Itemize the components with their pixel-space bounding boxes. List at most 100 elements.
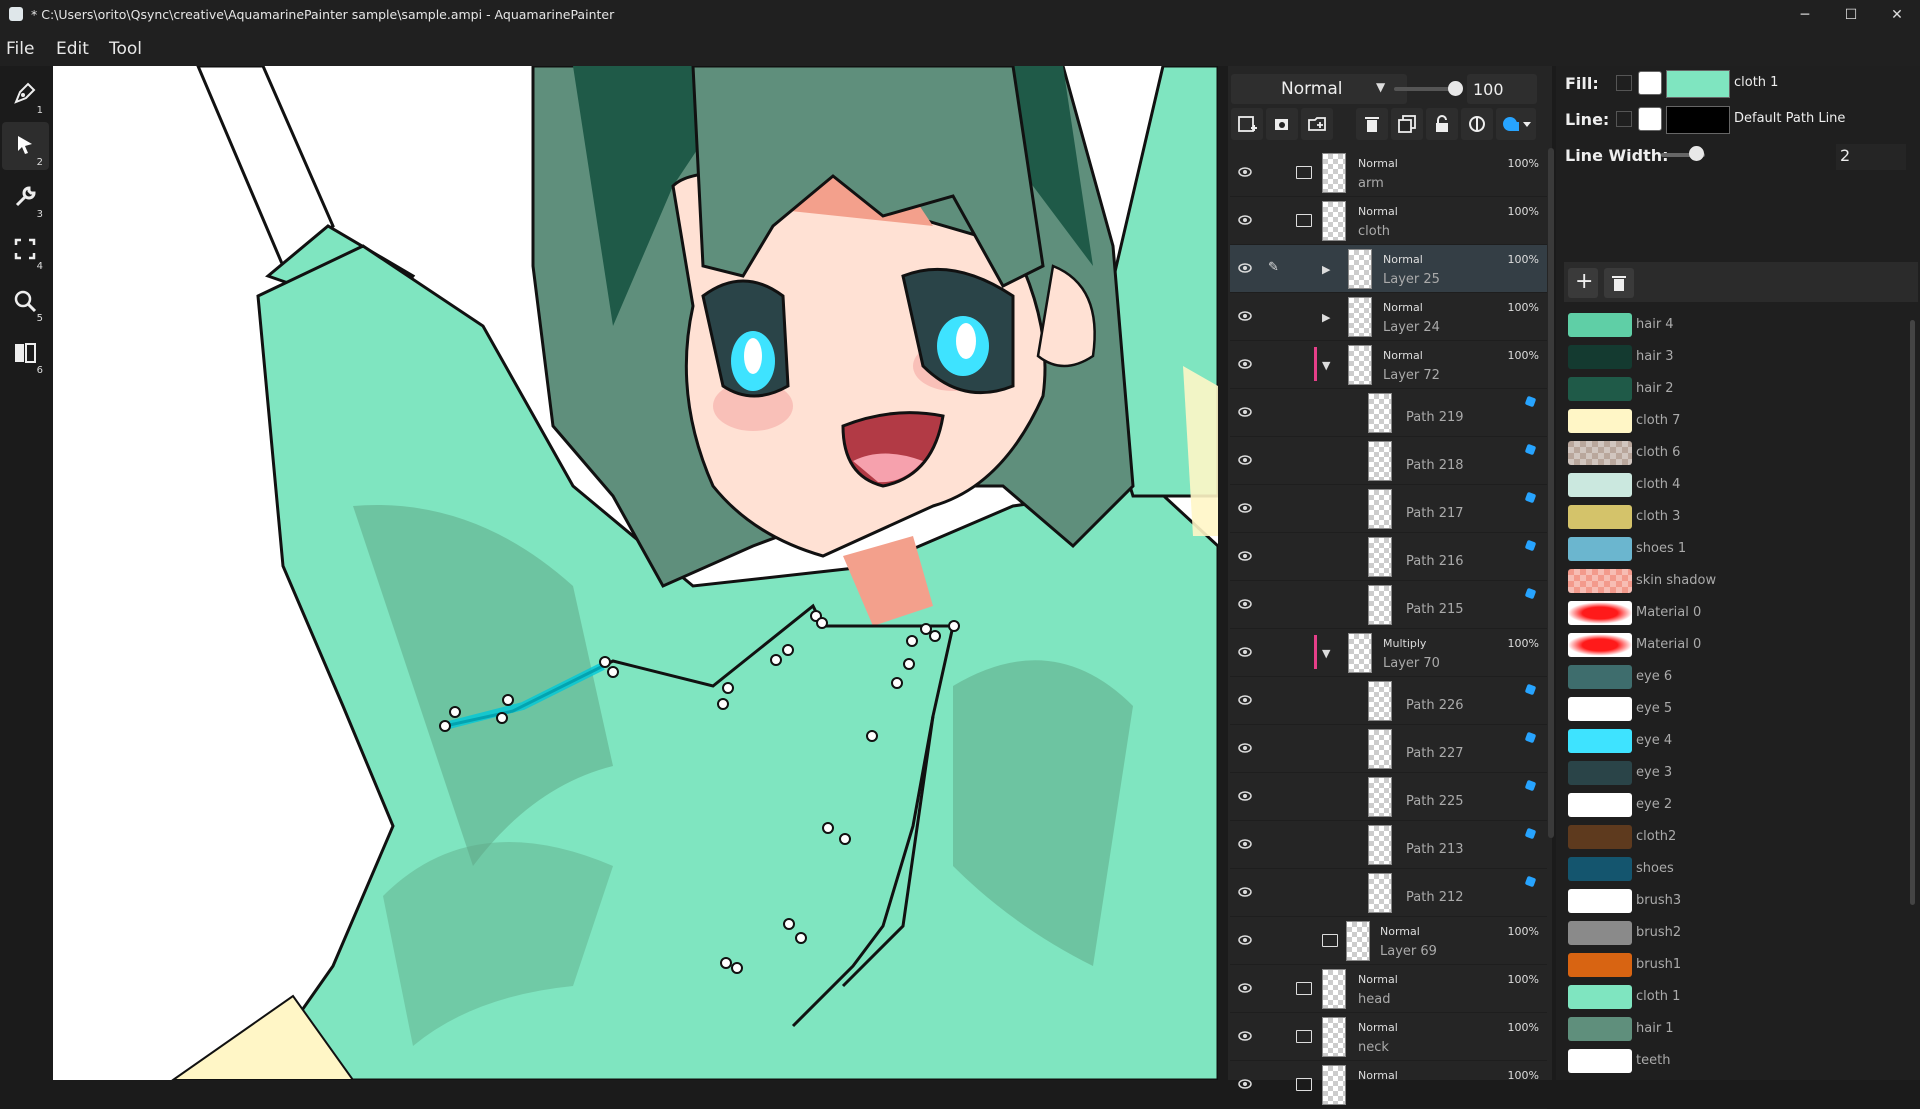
material-item[interactable]: eye 6 bbox=[1568, 662, 1898, 692]
material-item[interactable]: shoes 1 bbox=[1568, 534, 1898, 564]
layer-row[interactable]: Normal neck 100% bbox=[1230, 1013, 1547, 1061]
path-row[interactable]: Path 216 bbox=[1230, 533, 1547, 581]
minimize-button[interactable]: ─ bbox=[1782, 0, 1828, 30]
path-row[interactable]: Path 219 bbox=[1230, 389, 1547, 437]
material-list-scrollbar[interactable] bbox=[1910, 320, 1915, 905]
eye-icon[interactable] bbox=[1238, 981, 1252, 995]
path-row[interactable]: Path 218 bbox=[1230, 437, 1547, 485]
material-item[interactable]: Material 0 bbox=[1568, 630, 1898, 660]
path-row[interactable]: Path 227 bbox=[1230, 725, 1547, 773]
eye-icon[interactable] bbox=[1238, 837, 1252, 851]
material-item[interactable]: hair 4 bbox=[1568, 310, 1898, 340]
material-item[interactable]: cloth2 bbox=[1568, 822, 1898, 852]
eye-icon[interactable] bbox=[1238, 741, 1252, 755]
path-row[interactable]: Path 225 bbox=[1230, 773, 1547, 821]
drawing-canvas[interactable] bbox=[53, 66, 1218, 1080]
menu-tool[interactable]: Tool bbox=[109, 39, 142, 59]
material-item[interactable]: teeth bbox=[1568, 1046, 1898, 1076]
material-item[interactable]: brush1 bbox=[1568, 950, 1898, 980]
eye-icon[interactable] bbox=[1238, 933, 1252, 947]
material-item[interactable]: eye 3 bbox=[1568, 758, 1898, 788]
expand-icon[interactable]: ▶ bbox=[1322, 263, 1330, 276]
delete-layer-button[interactable] bbox=[1356, 108, 1388, 140]
line-width-slider-handle[interactable] bbox=[1689, 146, 1704, 161]
material-item[interactable]: hair 3 bbox=[1568, 342, 1898, 372]
eye-icon[interactable] bbox=[1238, 357, 1252, 371]
material-item[interactable]: brush2 bbox=[1568, 918, 1898, 948]
folder-icon[interactable] bbox=[1296, 166, 1312, 179]
folder-icon[interactable] bbox=[1322, 934, 1338, 947]
folder-icon[interactable] bbox=[1296, 1030, 1312, 1043]
material-item[interactable]: hair 2 bbox=[1568, 374, 1898, 404]
layer-row[interactable]: Normal head 100% bbox=[1230, 965, 1547, 1013]
add-material-button[interactable]: + bbox=[1568, 268, 1598, 298]
eye-icon[interactable] bbox=[1238, 309, 1252, 323]
zoom-tool-button[interactable]: 5 bbox=[2, 278, 49, 326]
blend-mode-select[interactable]: Normal ▼ bbox=[1231, 74, 1407, 104]
layer-row[interactable]: ▼ Normal Layer 72 100% bbox=[1230, 341, 1547, 389]
eye-icon[interactable] bbox=[1238, 885, 1252, 899]
layer-row[interactable]: ▼ Multiply Layer 70 100% bbox=[1230, 629, 1547, 677]
folder-icon[interactable] bbox=[1296, 214, 1312, 227]
fill-enable-checkbox[interactable] bbox=[1638, 71, 1662, 95]
material-item[interactable]: cloth 6 bbox=[1568, 438, 1898, 468]
opacity-slider[interactable] bbox=[1394, 87, 1456, 91]
material-item[interactable]: shoes bbox=[1568, 854, 1898, 884]
layer-row[interactable]: Normal 100% bbox=[1230, 1061, 1547, 1109]
line-color-swatch[interactable] bbox=[1666, 106, 1730, 134]
duplicate-layer-button[interactable] bbox=[1301, 108, 1333, 140]
material-item[interactable]: hair 1 bbox=[1568, 1014, 1898, 1044]
split-view-tool-button[interactable]: 6 bbox=[2, 330, 49, 378]
clip-layer-button[interactable] bbox=[1461, 108, 1493, 140]
select-tool-button[interactable]: 2 bbox=[2, 122, 49, 170]
fill-color-swatch[interactable] bbox=[1666, 70, 1730, 98]
line-width-input[interactable]: 2 bbox=[1836, 144, 1906, 170]
wrench-tool-button[interactable]: 3 bbox=[2, 174, 49, 222]
eye-icon[interactable] bbox=[1238, 549, 1252, 563]
pen-tool-button[interactable]: 1 bbox=[2, 70, 49, 118]
eye-icon[interactable] bbox=[1238, 597, 1252, 611]
eye-icon[interactable] bbox=[1238, 645, 1252, 659]
material-item[interactable]: eye 2 bbox=[1568, 790, 1898, 820]
material-item[interactable]: cloth 3 bbox=[1568, 502, 1898, 532]
eye-icon[interactable] bbox=[1238, 1029, 1252, 1043]
eye-icon[interactable] bbox=[1238, 213, 1252, 227]
path-row[interactable]: Path 217 bbox=[1230, 485, 1547, 533]
layer-row[interactable]: Normal arm 100% bbox=[1230, 149, 1547, 197]
eye-icon[interactable] bbox=[1238, 693, 1252, 707]
collapse-icon[interactable]: ▼ bbox=[1322, 359, 1330, 372]
material-item[interactable]: cloth 4 bbox=[1568, 470, 1898, 500]
material-item[interactable]: Material 0 bbox=[1568, 598, 1898, 628]
new-layer-button[interactable] bbox=[1231, 108, 1263, 140]
opacity-slider-handle[interactable] bbox=[1448, 81, 1463, 96]
material-item[interactable]: eye 4 bbox=[1568, 726, 1898, 756]
material-item[interactable]: brush3 bbox=[1568, 886, 1898, 916]
folder-icon[interactable] bbox=[1296, 982, 1312, 995]
layer-row[interactable]: ✎ ▶ Normal Layer 25 100% bbox=[1230, 245, 1547, 293]
close-button[interactable]: ✕ bbox=[1874, 0, 1920, 30]
fill-shape-button[interactable] bbox=[1496, 108, 1536, 140]
delete-material-button[interactable] bbox=[1604, 268, 1634, 298]
menu-edit[interactable]: Edit bbox=[56, 39, 89, 59]
path-row[interactable]: Path 215 bbox=[1230, 581, 1547, 629]
eye-icon[interactable] bbox=[1238, 1077, 1252, 1091]
fill-none-toggle[interactable] bbox=[1616, 75, 1632, 91]
expand-icon[interactable]: ▶ bbox=[1322, 311, 1330, 324]
menu-file[interactable]: File bbox=[6, 39, 34, 59]
line-enable-checkbox[interactable] bbox=[1638, 107, 1662, 131]
eye-icon[interactable] bbox=[1238, 501, 1252, 515]
layer-row[interactable]: ▶ Normal Layer 24 100% bbox=[1230, 293, 1547, 341]
path-row[interactable]: Path 226 bbox=[1230, 677, 1547, 725]
eye-icon[interactable] bbox=[1238, 165, 1252, 179]
path-row[interactable]: Path 213 bbox=[1230, 821, 1547, 869]
line-none-toggle[interactable] bbox=[1616, 111, 1632, 127]
copy-layer-button[interactable] bbox=[1391, 108, 1423, 140]
layer-row[interactable]: Normal Layer 69 100% bbox=[1230, 917, 1547, 965]
layer-list-scrollbar[interactable] bbox=[1548, 148, 1554, 838]
maximize-button[interactable]: ☐ bbox=[1828, 0, 1874, 30]
eye-icon[interactable] bbox=[1238, 261, 1252, 275]
eye-icon[interactable] bbox=[1238, 405, 1252, 419]
path-row[interactable]: Path 212 bbox=[1230, 869, 1547, 917]
material-item[interactable]: cloth 1 bbox=[1568, 982, 1898, 1012]
material-item[interactable]: eye 5 bbox=[1568, 694, 1898, 724]
